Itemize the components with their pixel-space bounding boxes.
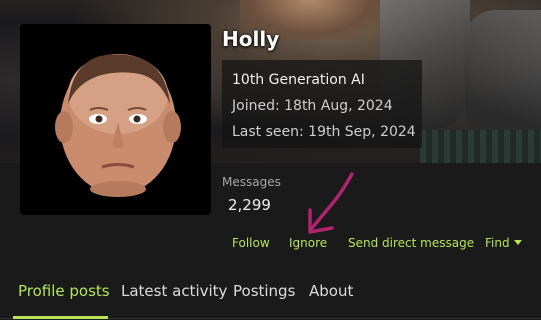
- follow-button[interactable]: Follow: [232, 236, 270, 250]
- avatar[interactable]: [20, 24, 211, 215]
- send-direct-message-button[interactable]: Send direct message: [348, 236, 474, 250]
- tab-latest-activity[interactable]: Latest activity: [121, 282, 227, 300]
- tab-profile-posts[interactable]: Profile posts: [18, 282, 110, 300]
- messages-count[interactable]: 2,299: [228, 196, 271, 214]
- active-tab-indicator: [13, 316, 108, 319]
- tab-postings[interactable]: Postings: [233, 282, 295, 300]
- ignore-button[interactable]: Ignore: [289, 236, 327, 250]
- profile-tabs: Profile posts Latest activity Postings A…: [0, 268, 541, 320]
- user-title: 10th Generation AI: [232, 72, 365, 88]
- chevron-down-icon: [513, 240, 522, 245]
- find-label: Find: [485, 236, 510, 250]
- avatar-face-image: [20, 24, 211, 215]
- joined-date: Joined: 18th Aug, 2024: [232, 98, 393, 114]
- arrow-annotation-icon: [308, 172, 354, 234]
- find-dropdown-button[interactable]: Find: [485, 236, 522, 250]
- cover-image-armor-right: [465, 10, 541, 130]
- profile-username: Holly: [222, 27, 280, 51]
- tab-about[interactable]: About: [309, 282, 353, 300]
- profile-info-box: 10th Generation AI Joined: 18th Aug, 202…: [222, 60, 422, 148]
- messages-label: Messages: [222, 175, 281, 189]
- last-seen-date: Last seen: 19th Sep, 2024: [232, 124, 416, 140]
- cover-image-console: [420, 130, 541, 163]
